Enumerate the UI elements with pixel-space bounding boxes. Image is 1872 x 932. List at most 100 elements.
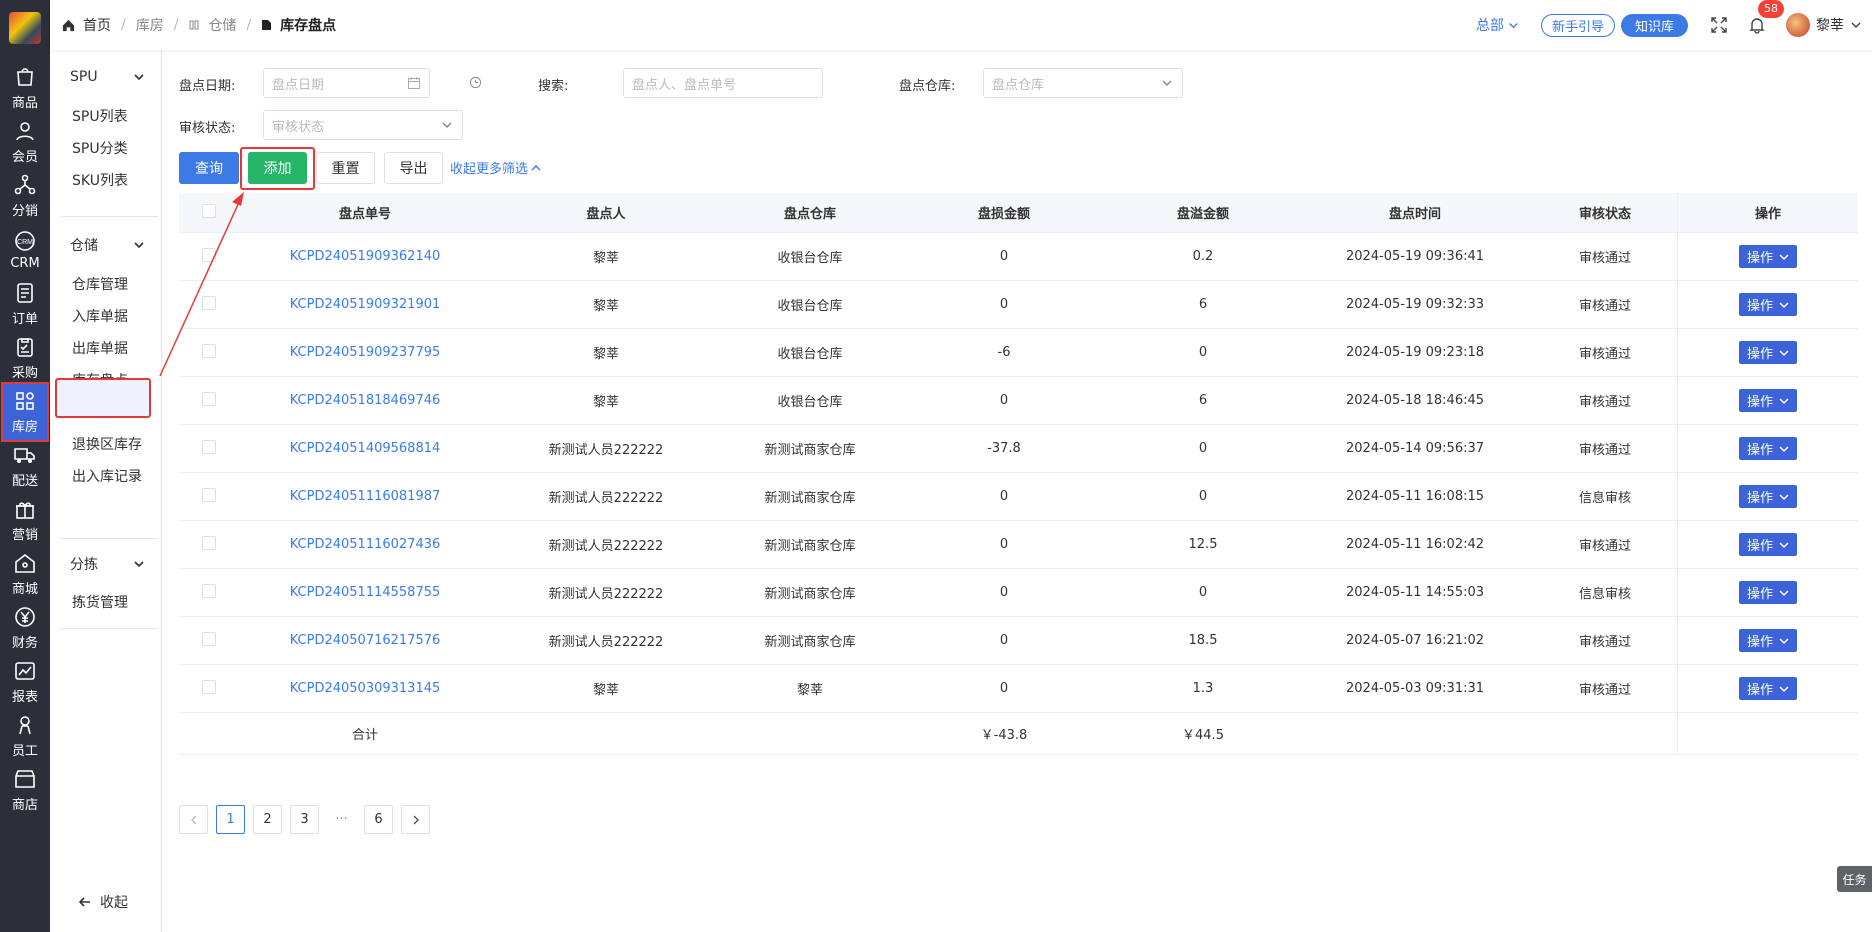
operation-dropdown-button[interactable]: 操作 (1738, 389, 1797, 412)
operation-dropdown-button[interactable]: 操作 (1738, 293, 1797, 316)
status-select[interactable]: 审核状态 (263, 110, 463, 140)
breadcrumb-level1[interactable]: 库房 (136, 15, 164, 35)
order-number-link[interactable]: KCPD24051116081987 (290, 489, 441, 504)
rail-item-10[interactable]: 财务 (0, 598, 50, 658)
order-number-link[interactable]: KCPD24050309313145 (290, 681, 441, 696)
guide-button[interactable]: 新手引导 (1540, 13, 1615, 37)
order-number-link[interactable]: KCPD24051909237795 (290, 345, 441, 360)
rail-item-13[interactable]: 商店 (0, 760, 50, 820)
order-number-link[interactable]: KCPD24051818469746 (290, 393, 441, 408)
row-select[interactable] (179, 583, 239, 602)
rail-item-1[interactable]: 会员 (0, 112, 50, 172)
rail-item-6[interactable]: 库房 (1, 382, 49, 442)
row-select[interactable] (179, 343, 239, 362)
subnav-item[interactable]: 出入库记录 (72, 466, 142, 486)
rail-item-4[interactable]: 订单 (0, 274, 50, 334)
breadcrumb-home[interactable]: 首页 (83, 15, 111, 35)
row-select[interactable] (179, 439, 239, 458)
row-checkbox[interactable] (202, 679, 216, 694)
subnav-item[interactable]: SKU列表 (72, 170, 128, 190)
toggle-filters-link[interactable]: 收起更多筛选 (450, 158, 541, 177)
row-select[interactable] (179, 391, 239, 410)
page-button[interactable]: 6 (364, 805, 393, 834)
operation-dropdown-button[interactable]: 操作 (1738, 533, 1797, 556)
order-number-link[interactable]: KCPD24051116027436 (290, 537, 441, 552)
page-button[interactable]: 3 (290, 805, 319, 834)
row-checkbox[interactable] (202, 391, 216, 406)
order-number-link[interactable]: KCPD24051114558755 (290, 585, 441, 600)
search-input[interactable]: 盘点人、盘点单号 (623, 68, 823, 98)
task-button[interactable]: 任务 (1837, 866, 1872, 892)
status-cell: 审核通过 (1578, 443, 1631, 458)
row-checkbox[interactable] (202, 439, 216, 454)
operation-dropdown-button[interactable]: 操作 (1738, 629, 1797, 652)
operation-dropdown-button[interactable]: 操作 (1738, 341, 1797, 364)
app-logo[interactable] (9, 12, 41, 44)
subnav-item[interactable]: 退换区库存 (72, 434, 142, 454)
operation-dropdown-button[interactable]: 操作 (1738, 485, 1797, 508)
order-number-link[interactable]: KCPD24051909321901 (290, 297, 441, 312)
prev-page-button[interactable] (179, 805, 208, 834)
row-select[interactable] (179, 535, 239, 554)
avatar[interactable] (1786, 13, 1810, 37)
fullscreen-icon[interactable] (1710, 16, 1728, 34)
subnav-group-sort[interactable]: 分拣 (50, 547, 162, 581)
user-name[interactable]: 黎莘 (1816, 15, 1844, 35)
rail-item-5[interactable]: 采购 (0, 328, 50, 388)
operation-dropdown-button[interactable]: 操作 (1738, 245, 1797, 268)
subnav-item[interactable]: SPU分类 (72, 138, 128, 158)
next-page-button[interactable] (401, 805, 430, 834)
row-checkbox[interactable] (202, 487, 216, 502)
page-button[interactable]: 2 (253, 805, 282, 834)
rail-item-0[interactable]: 商品 (0, 58, 50, 118)
row-select[interactable] (179, 679, 239, 698)
rail-item-2[interactable]: 分销 (0, 166, 50, 226)
header-cell: 盘点仓库 (783, 207, 836, 222)
rail-item-12[interactable]: 员工 (0, 706, 50, 766)
subnav-item[interactable]: 仓库管理 (72, 274, 128, 294)
header-actions: 总部 新手引导 知识库 58 黎莘 (1476, 0, 1872, 50)
row-select[interactable] (179, 247, 239, 266)
row-select[interactable] (179, 295, 239, 314)
subnav-group-spu[interactable]: SPU (50, 60, 162, 94)
header-select-all[interactable] (179, 203, 239, 222)
row-checkbox[interactable] (202, 583, 216, 598)
subnav-group-storage[interactable]: 仓储 (50, 228, 162, 262)
knowledge-base-button[interactable]: 知识库 (1620, 13, 1688, 37)
subnav-item[interactable]: 入库单据 (72, 306, 128, 326)
rail-item-7[interactable]: 配送 (0, 436, 50, 496)
row-select[interactable] (179, 631, 239, 650)
operation-dropdown-button[interactable]: 操作 (1738, 437, 1797, 460)
breadcrumb-level2[interactable]: 仓储 (208, 15, 236, 35)
reset-button[interactable]: 重置 (316, 152, 375, 184)
operation-dropdown-button[interactable]: 操作 (1738, 677, 1797, 700)
order-number-link[interactable]: KCPD24050716217576 (290, 633, 441, 648)
clock-icon[interactable] (469, 76, 482, 89)
chevron-down-icon[interactable] (1850, 19, 1862, 31)
row-select[interactable] (179, 487, 239, 506)
subnav-item[interactable]: 出库单据 (72, 338, 128, 358)
subnav-item[interactable]: SPU列表 (72, 106, 128, 126)
operation-dropdown-button[interactable]: 操作 (1738, 581, 1797, 604)
export-button[interactable]: 导出 (384, 152, 443, 184)
row-checkbox[interactable] (202, 535, 216, 550)
order-number-link[interactable]: KCPD24051409568814 (290, 441, 441, 456)
select-all-checkbox[interactable] (202, 203, 216, 218)
rail-item-8[interactable]: 营销 (0, 490, 50, 550)
query-button[interactable]: 查询 (179, 152, 239, 184)
row-checkbox[interactable] (202, 631, 216, 646)
dept-selector[interactable]: 总部 (1476, 15, 1519, 35)
page-button[interactable]: 1 (216, 805, 245, 834)
rail-item-11[interactable]: 报表 (0, 652, 50, 712)
notification-bell[interactable]: 58 (1748, 0, 1784, 34)
rail-item-3[interactable]: CRM CRM (0, 220, 50, 280)
row-checkbox[interactable] (202, 247, 216, 262)
warehouse-select[interactable]: 盘点仓库 (983, 68, 1183, 98)
row-checkbox[interactable] (202, 343, 216, 358)
collapse-button[interactable]: 收起 (78, 892, 128, 912)
rail-item-9[interactable]: 商城 (0, 544, 50, 604)
order-number-link[interactable]: KCPD24051909362140 (290, 249, 441, 264)
date-picker[interactable]: 盘点日期 (263, 68, 430, 98)
subnav-item[interactable]: 拣货管理 (72, 592, 128, 612)
row-checkbox[interactable] (202, 295, 216, 310)
